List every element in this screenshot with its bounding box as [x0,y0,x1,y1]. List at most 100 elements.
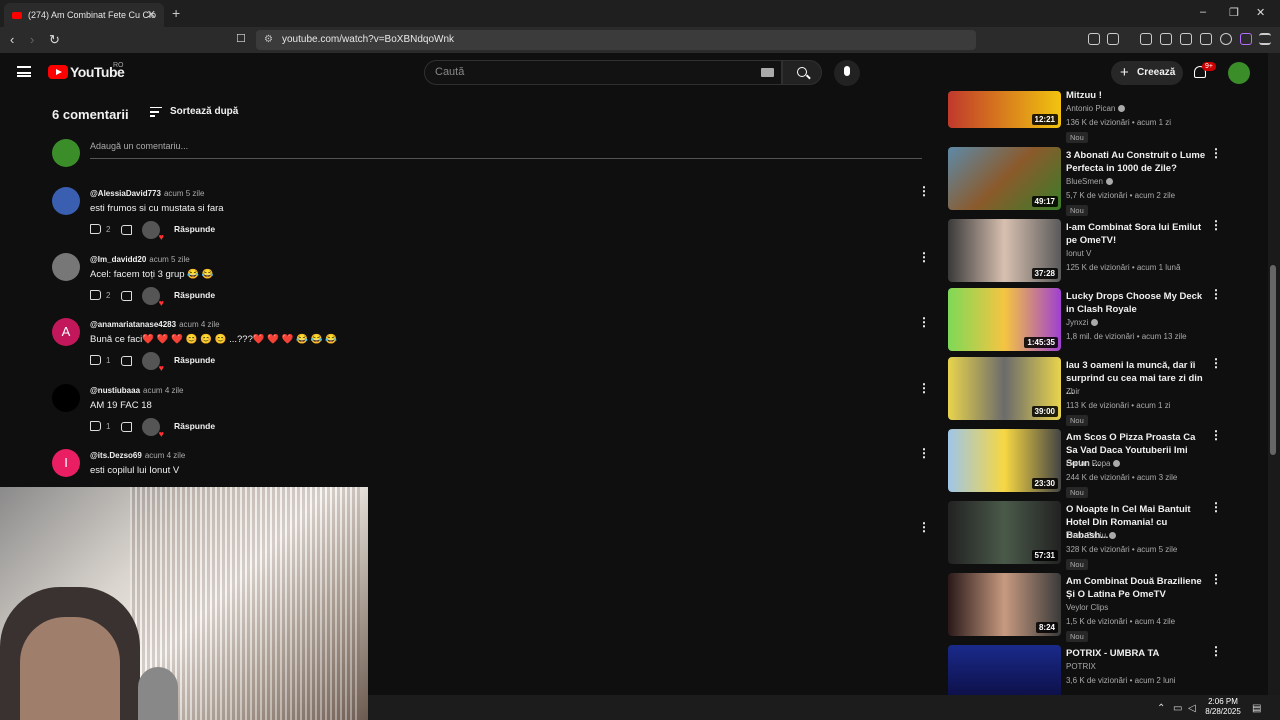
video-channel[interactable]: Dorian Popa [1066,459,1121,468]
browser-tab[interactable]: (274) Am Combinat Fete Cu Cio ✕ [4,3,164,27]
commenter-avatar[interactable] [52,187,80,215]
video-title[interactable]: Lucky Drops Choose My Deck in Clash Roya… [1066,290,1206,316]
reply-button[interactable]: Răspunde [174,355,215,365]
network-icon[interactable]: ▭ [1173,703,1182,714]
video-thumbnail[interactable]: 49:17 [948,147,1061,210]
site-info-icon[interactable]: ⚙ [264,30,273,50]
video-channel[interactable]: BlueSmen [1066,177,1113,186]
comment-menu-icon[interactable]: ⋮ [918,316,930,334]
keyboard-icon[interactable] [761,68,774,77]
video-menu-icon[interactable]: ⋮ [1210,501,1222,513]
video-channel[interactable]: POTRIX [1066,662,1096,671]
comment-author[interactable]: @its.Dezso69 acum 4 zile [90,451,185,460]
bookmark-icon[interactable]: ☐ [236,32,246,45]
commenter-avatar[interactable]: I [52,449,80,477]
comment-author[interactable]: @anamariatanase4283 acum 4 zile [90,320,220,329]
recommended-video[interactable]: 39:00 Iau 3 oameni la muncă, dar îi surp… [948,357,1248,426]
sidebar-icon[interactable] [1160,33,1172,45]
video-thumbnail[interactable]: 57:31 [948,501,1061,564]
video-thumbnail[interactable] [948,645,1061,695]
tray-chevron-icon[interactable]: ⌃ [1157,703,1165,714]
extension-icon[interactable] [1088,33,1100,45]
comment-menu-icon[interactable]: ⋮ [918,521,930,539]
comment-menu-icon[interactable]: ⋮ [918,382,930,400]
dislike-icon[interactable] [121,421,132,432]
extension-icon[interactable] [1107,33,1119,45]
video-title[interactable]: 3 Abonati Au Construit o Lume Perfecta i… [1066,149,1206,175]
vpn-icon[interactable] [1220,33,1232,45]
recommended-video[interactable]: 8:24 Am Combinat Două Braziliene Și O La… [948,573,1248,642]
recommended-video[interactable]: POTRIX - UMBRA TA POTRIX 3,6 K de vizion… [948,645,1248,695]
video-thumbnail[interactable]: 12:21 [948,91,1061,128]
reply-button[interactable]: Răspunde [174,224,215,234]
notification-center-icon[interactable]: ▤ [1252,703,1261,714]
video-title[interactable]: I-am Combinat Sora lui Emilut pe OmeTV! [1066,221,1206,247]
leo-icon[interactable] [1200,33,1212,45]
comment-author[interactable]: @nustiubaaa acum 4 zile [90,386,184,395]
reload-icon[interactable]: ↻ [49,32,60,48]
comment-menu-icon[interactable]: ⋮ [918,447,930,465]
recommended-video[interactable]: 49:17 3 Abonati Au Construit o Lume Perf… [948,147,1248,216]
video-channel[interactable]: Jynxzi [1066,318,1099,327]
video-thumbnail[interactable]: 37:28 [948,219,1061,282]
url-field[interactable]: ⚙ youtube.com/watch?v=BoXBNdqoWnk [256,30,976,50]
comment-author[interactable]: @Im_davidd20 acum 5 zile [90,255,190,264]
video-thumbnail[interactable]: 1:45:35 [948,288,1061,351]
commenter-avatar[interactable] [52,252,80,281]
commenter-avatar[interactable]: A [52,318,80,346]
video-menu-icon[interactable]: ⋮ [1210,147,1222,159]
recommended-video[interactable]: 37:28 I-am Combinat Sora lui Emilut pe O… [948,219,1248,283]
youtube-logo-icon[interactable] [48,65,68,79]
like-icon[interactable] [90,224,101,234]
browser-menu-icon[interactable] [1259,33,1271,45]
video-menu-icon[interactable]: ⋮ [1210,645,1222,657]
recommended-video[interactable]: 12:21 Mitzuu ! Antonio Pican 136 K de vi… [948,91,1248,143]
video-menu-icon[interactable]: ⋮ [1210,429,1222,441]
dislike-icon[interactable] [121,290,132,301]
recommended-video[interactable]: 57:31 O Noapte In Cel Mai Bantuit Hotel … [948,501,1248,570]
like-icon[interactable] [90,289,101,300]
comment-author[interactable]: @AlessiaDavid773 acum 5 zile [90,189,204,198]
add-comment-input[interactable]: Adaugă un comentariu... [90,141,922,159]
like-icon[interactable] [90,420,101,431]
forward-icon[interactable]: › [30,32,34,47]
new-tab-button[interactable]: + [172,5,180,21]
recommended-video[interactable]: 23:30 Am Scos O Pizza Proasta Ca Sa Vad … [948,429,1248,498]
video-menu-icon[interactable]: ⋮ [1210,288,1222,300]
comment-menu-icon[interactable]: ⋮ [918,251,930,269]
wallet-icon[interactable] [1180,33,1192,45]
video-title[interactable]: Iau 3 oameni la muncă, dar îi surprind c… [1066,359,1206,398]
video-thumbnail[interactable]: 8:24 [948,573,1061,636]
back-icon[interactable]: ‹ [10,32,14,47]
minimize-icon[interactable]: – [1200,6,1206,18]
volume-icon[interactable]: ◁ [1188,703,1196,714]
like-icon[interactable] [90,355,101,365]
video-channel[interactable]: Zbir [1066,387,1080,396]
dislike-icon[interactable] [121,356,132,366]
tab-close-icon[interactable]: ✕ [147,8,156,21]
voice-search-icon[interactable] [834,60,860,86]
video-title[interactable]: Am Combinat Două Braziliene Și O Latina … [1066,575,1206,601]
recommended-video[interactable]: 1:45:35 Lucky Drops Choose My Deck in Cl… [948,288,1248,352]
dislike-icon[interactable] [121,225,132,235]
profile-icon[interactable] [1240,33,1252,45]
video-channel[interactable]: Veylor Clips [1066,603,1108,612]
restore-icon[interactable]: ❐ [1229,6,1239,19]
video-channel[interactable]: Antonio Pican [1066,104,1126,113]
create-button[interactable]: + Creează [1111,61,1183,85]
video-menu-icon[interactable]: ⋮ [1210,357,1222,369]
reply-button[interactable]: Răspunde [174,290,215,300]
video-menu-icon[interactable]: ⋮ [1210,573,1222,585]
video-thumbnail[interactable]: 39:00 [948,357,1061,420]
video-title[interactable]: Mitzuu ! [1066,91,1206,102]
video-thumbnail[interactable]: 23:30 [948,429,1061,492]
scrollbar-thumb[interactable] [1270,265,1276,455]
commenter-avatar[interactable] [52,383,80,412]
video-menu-icon[interactable]: ⋮ [1210,219,1222,231]
comment-menu-icon[interactable]: ⋮ [918,185,930,203]
window-close-icon[interactable]: ✕ [1256,6,1265,19]
account-avatar[interactable] [1228,62,1250,84]
taskbar-clock[interactable]: 2:06 PM 8/28/2025 [1200,697,1246,717]
reply-button[interactable]: Răspunde [174,421,215,431]
video-channel[interactable]: Ionut V [1066,249,1091,258]
